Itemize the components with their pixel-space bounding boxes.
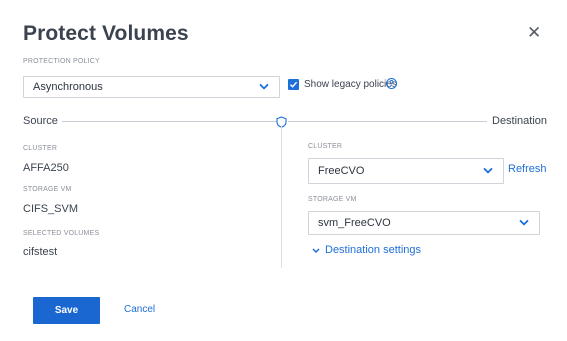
destination-svm-value: svm_FreeCVO	[318, 217, 391, 229]
legacy-policies-checkbox[interactable]	[288, 79, 299, 90]
protection-policy-select[interactable]: Asynchronous	[23, 76, 280, 98]
destination-label: Destination	[492, 115, 548, 127]
chevron-down-icon	[259, 80, 269, 92]
source-label: Source	[23, 115, 58, 127]
destination-settings-label: Destination settings	[325, 244, 421, 256]
chevron-down-icon	[483, 164, 493, 176]
protection-policy-value: Asynchronous	[33, 81, 103, 93]
selected-volumes-caption: SELECTED VOLUMES	[23, 230, 100, 237]
help-icon[interactable]: ?	[386, 78, 397, 89]
destination-svm-caption: STORAGE VM	[308, 196, 357, 203]
protection-policy-caption: PROTECTION POLICY	[23, 58, 100, 65]
destination-svm-select[interactable]: svm_FreeCVO	[308, 211, 540, 235]
destination-cluster-caption: CLUSTER	[308, 143, 343, 150]
destination-settings-toggle[interactable]: Destination settings	[312, 244, 421, 256]
source-svm-value: CIFS_SVM	[23, 203, 79, 215]
destination-cluster-value: FreeCVO	[318, 165, 365, 177]
selected-volumes-value: cifstest	[23, 246, 58, 258]
destination-cluster-select[interactable]: FreeCVO	[308, 158, 504, 184]
chevron-down-icon	[312, 244, 320, 256]
refresh-link[interactable]: Refresh	[508, 163, 547, 175]
destination-divider	[288, 121, 487, 122]
source-cluster-value: AFFA250	[23, 162, 69, 174]
dialog-title: Protect Volumes	[23, 22, 189, 45]
close-icon[interactable]: ✕	[527, 24, 541, 41]
source-divider	[62, 121, 278, 122]
chevron-down-icon	[519, 216, 529, 228]
source-svm-caption: STORAGE VM	[23, 186, 72, 193]
checkmark-icon	[290, 81, 298, 88]
legacy-policies-label: Show legacy policies	[304, 79, 397, 90]
source-cluster-caption: CLUSTER	[23, 145, 58, 152]
column-divider	[281, 126, 282, 268]
save-button[interactable]: Save	[33, 297, 100, 324]
cancel-button[interactable]: Cancel	[124, 304, 155, 315]
